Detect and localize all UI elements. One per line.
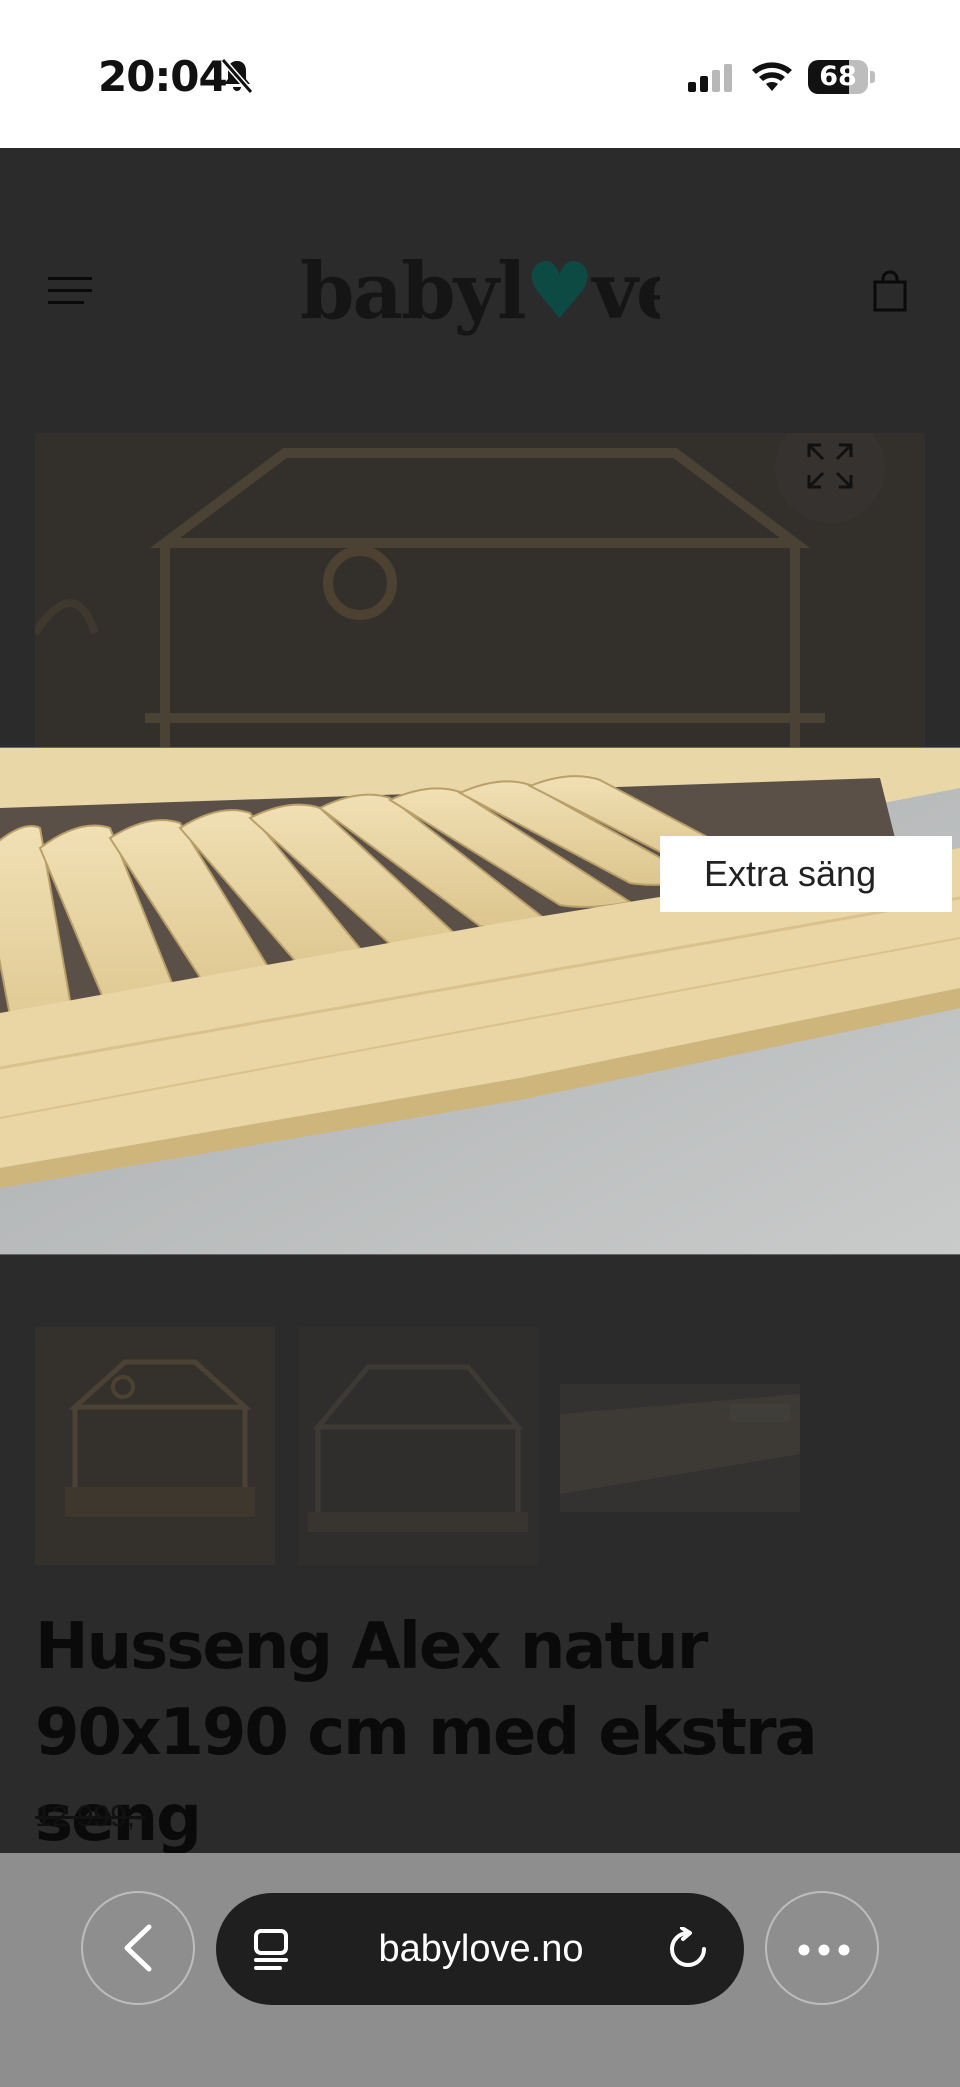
- battery-level: 68: [819, 61, 857, 92]
- product-title: Husseng Alex natur 90x190 cm med ekstra …: [35, 1610, 818, 1856]
- thumbnail-1[interactable]: [35, 1327, 275, 1565]
- extra-bed-label: Extra säng: [660, 836, 952, 912]
- more-button[interactable]: [765, 1891, 879, 2005]
- address-bar[interactable]: babylove.no: [216, 1893, 744, 2005]
- url-text: babylove.no: [378, 1928, 584, 1970]
- back-button[interactable]: [81, 1891, 195, 2005]
- status-time: 20:04: [98, 52, 228, 101]
- tabs-icon: [254, 1929, 288, 1970]
- thumbnail-1-photo: [35, 1327, 275, 1565]
- lightbox-image[interactable]: Extra säng: [0, 747, 960, 1255]
- bell-slash-icon: [220, 58, 254, 94]
- logo-mark: babyl♥ve: [300, 246, 685, 337]
- hamburger-menu-icon[interactable]: [48, 276, 92, 306]
- thumbnail-3-photo: [560, 1384, 800, 1512]
- browser-toolbar: babylove.no: [0, 1853, 960, 2087]
- reload-icon[interactable]: [666, 1927, 710, 1971]
- cellular-signal-icon: [688, 64, 732, 92]
- extra-bed-photo: [0, 748, 960, 1254]
- babylove-logo[interactable]: babyl♥ve: [300, 238, 685, 348]
- shopping-bag-icon[interactable]: [872, 270, 908, 312]
- site-header: babyl♥ve: [0, 148, 960, 433]
- thumbnail-2-photo: [298, 1327, 538, 1565]
- old-price: 12 999,-: [35, 1800, 146, 1833]
- expand-arrows-icon: [807, 443, 853, 489]
- thumbnail-2[interactable]: [298, 1327, 538, 1565]
- back-chevron-icon: [124, 1924, 152, 1972]
- more-dots-icon: [798, 1944, 850, 1956]
- logo-text: babyl♥ve: [300, 246, 660, 337]
- product-main-image[interactable]: [35, 433, 925, 748]
- battery-indicator: 68: [808, 60, 876, 94]
- thumbnail-3[interactable]: [560, 1384, 800, 1512]
- status-bar: 20:04 68: [0, 0, 960, 148]
- logo-heart-icon: ♥: [525, 246, 593, 337]
- wifi-icon: [752, 62, 792, 91]
